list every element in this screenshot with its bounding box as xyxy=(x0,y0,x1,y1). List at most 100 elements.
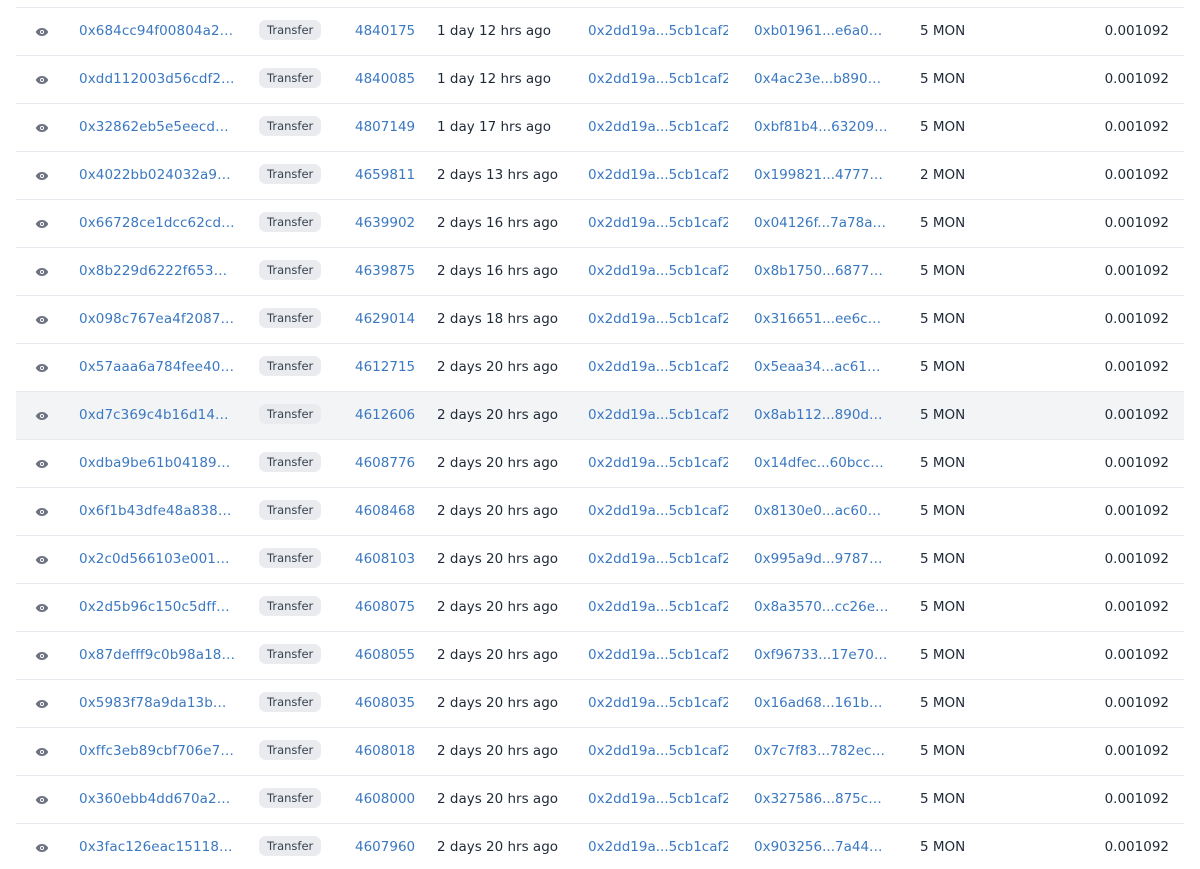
to-address-link[interactable]: 0xf96733...17e70481 xyxy=(754,632,889,679)
tx-hash-link[interactable]: 0x87defff9c0b98a1831... xyxy=(79,632,235,679)
block-link[interactable]: 4608000 xyxy=(355,776,425,823)
from-address-link[interactable]: 0x2dd19a...5cb1caf2 xyxy=(588,104,728,151)
method-badge: Transfer xyxy=(259,692,322,712)
block-link[interactable]: 4840175 xyxy=(355,8,425,55)
block-link[interactable]: 4807149 xyxy=(355,104,425,151)
to-address-link[interactable]: 0x8130e0...ac607e0a xyxy=(754,488,889,535)
block-link[interactable]: 4612715 xyxy=(355,344,425,391)
to-address-link[interactable]: 0x04126f...7a78a795 xyxy=(754,200,889,247)
tx-hash-link[interactable]: 0x6f1b43dfe48a83812... xyxy=(79,488,235,535)
block-link[interactable]: 4639902 xyxy=(355,200,425,247)
tx-hash-link[interactable]: 0xd7c369c4b16d142a... xyxy=(79,392,235,439)
from-address-link[interactable]: 0x2dd19a...5cb1caf2 xyxy=(588,152,728,199)
eye-icon[interactable] xyxy=(34,728,50,775)
tx-age: 2 days 16 hrs ago xyxy=(437,215,559,231)
eye-icon[interactable] xyxy=(34,248,50,295)
from-address-link[interactable]: 0x2dd19a...5cb1caf2 xyxy=(588,8,728,55)
block-link[interactable]: 4608035 xyxy=(355,680,425,727)
from-address-link[interactable]: 0x2dd19a...5cb1caf2 xyxy=(588,632,728,679)
block-link[interactable]: 4608018 xyxy=(355,728,425,775)
to-address-link[interactable]: 0x8b1750...68770fc5 xyxy=(754,248,889,295)
tx-value: 5 MON xyxy=(920,599,966,615)
tx-age: 2 days 16 hrs ago xyxy=(437,263,559,279)
from-address-link[interactable]: 0x2dd19a...5cb1caf2 xyxy=(588,776,728,823)
tx-value: 5 MON xyxy=(920,647,966,663)
eye-icon[interactable] xyxy=(34,296,50,343)
to-address-link[interactable]: 0x7c7f83...782ec530 xyxy=(754,728,889,775)
to-address-link[interactable]: 0x995a9d...9787bd1... xyxy=(754,536,889,583)
block-link[interactable]: 4608055 xyxy=(355,632,425,679)
tx-hash-link[interactable]: 0xdba9be61b04189ca... xyxy=(79,440,235,487)
block-link[interactable]: 4608776 xyxy=(355,440,425,487)
from-address-link[interactable]: 0x2dd19a...5cb1caf2 xyxy=(588,536,728,583)
tx-hash-link[interactable]: 0xffc3eb89cbf706e77... xyxy=(79,728,235,775)
to-address-link[interactable]: 0x4ac23e...b89033... xyxy=(754,56,889,103)
to-address-link[interactable]: 0x327586...875c1c3b xyxy=(754,776,889,823)
to-address-link[interactable]: 0x16ad68...161b6ea4 xyxy=(754,680,889,727)
to-address-link[interactable]: 0x199821...4777c65c xyxy=(754,152,889,199)
from-address-link[interactable]: 0x2dd19a...5cb1caf2 xyxy=(588,584,728,631)
to-address-link[interactable]: 0x903256...7a441983 xyxy=(754,824,889,869)
block-link[interactable]: 4840085 xyxy=(355,56,425,103)
from-address-link[interactable]: 0x2dd19a...5cb1caf2 xyxy=(588,392,728,439)
to-address-link[interactable]: 0xb01961...e6a08480 xyxy=(754,8,889,55)
eye-icon[interactable] xyxy=(34,440,50,487)
tx-hash-link[interactable]: 0x4022bb024032a99f... xyxy=(79,152,235,199)
tx-hash-link[interactable]: 0x098c767ea4f20876... xyxy=(79,296,235,343)
tx-hash-link[interactable]: 0x5983f78a9da13b916... xyxy=(79,680,235,727)
tx-hash-link[interactable]: 0xdd112003d56cdf2d9... xyxy=(79,56,235,103)
from-address-link[interactable]: 0x2dd19a...5cb1caf2 xyxy=(588,824,728,869)
tx-age: 2 days 20 hrs ago xyxy=(437,551,559,567)
to-address-link[interactable]: 0x5eaa34...ac61464... xyxy=(754,344,889,391)
eye-icon[interactable] xyxy=(34,344,50,391)
from-address-link[interactable]: 0x2dd19a...5cb1caf2 xyxy=(588,248,728,295)
eye-icon[interactable] xyxy=(34,584,50,631)
block-link[interactable]: 4612606 xyxy=(355,392,425,439)
table-row: 0x66728ce1dcc62cda... Transfer 4639902 2… xyxy=(16,200,1184,248)
to-address-link[interactable]: 0xbf81b4...632092ff xyxy=(754,104,889,151)
to-address-link[interactable]: 0x8ab112...890d4630 xyxy=(754,392,889,439)
eye-icon[interactable] xyxy=(34,536,50,583)
tx-hash-link[interactable]: 0x66728ce1dcc62cda... xyxy=(79,200,235,247)
block-link[interactable]: 4608468 xyxy=(355,488,425,535)
eye-icon[interactable] xyxy=(34,680,50,727)
eye-icon[interactable] xyxy=(34,824,50,869)
eye-icon[interactable] xyxy=(34,56,50,103)
eye-icon[interactable] xyxy=(34,104,50,151)
eye-icon[interactable] xyxy=(34,488,50,535)
tx-hash-link[interactable]: 0x32862eb5e5eecd03... xyxy=(79,104,235,151)
tx-hash-link[interactable]: 0x684cc94f00804a29... xyxy=(79,8,235,55)
eye-icon[interactable] xyxy=(34,392,50,439)
to-address-link[interactable]: 0x14dfec...60bcc641 xyxy=(754,440,889,487)
tx-hash-link[interactable]: 0x57aaa6a784fee408... xyxy=(79,344,235,391)
tx-hash-link[interactable]: 0x2d5b96c150c5dff9c... xyxy=(79,584,235,631)
to-address-link[interactable]: 0x316651...ee6c1a63 xyxy=(754,296,889,343)
tx-hash-link[interactable]: 0x2c0d566103e0016b... xyxy=(79,536,235,583)
from-address-link[interactable]: 0x2dd19a...5cb1caf2 xyxy=(588,680,728,727)
tx-hash-link[interactable]: 0x8b229d6222f65335... xyxy=(79,248,235,295)
from-address-link[interactable]: 0x2dd19a...5cb1caf2 xyxy=(588,56,728,103)
block-link[interactable]: 4607960 xyxy=(355,824,425,869)
eye-icon[interactable] xyxy=(34,8,50,55)
eye-icon[interactable] xyxy=(34,776,50,823)
to-address-link[interactable]: 0x8a3570...cc26e17c xyxy=(754,584,889,631)
tx-hash-link[interactable]: 0x360ebb4dd670a21c... xyxy=(79,776,235,823)
from-address-link[interactable]: 0x2dd19a...5cb1caf2 xyxy=(588,344,728,391)
block-link[interactable]: 4629014 xyxy=(355,296,425,343)
block-link[interactable]: 4659811 xyxy=(355,152,425,199)
tx-value: 5 MON xyxy=(920,695,966,711)
tx-age: 2 days 20 hrs ago xyxy=(437,791,559,807)
block-link[interactable]: 4608103 xyxy=(355,536,425,583)
eye-icon[interactable] xyxy=(34,152,50,199)
block-link[interactable]: 4639875 xyxy=(355,248,425,295)
from-address-link[interactable]: 0x2dd19a...5cb1caf2 xyxy=(588,440,728,487)
eye-icon[interactable] xyxy=(34,632,50,679)
tx-value: 5 MON xyxy=(920,311,966,327)
from-address-link[interactable]: 0x2dd19a...5cb1caf2 xyxy=(588,728,728,775)
tx-hash-link[interactable]: 0x3fac126eac15118ce6... xyxy=(79,824,235,869)
from-address-link[interactable]: 0x2dd19a...5cb1caf2 xyxy=(588,488,728,535)
from-address-link[interactable]: 0x2dd19a...5cb1caf2 xyxy=(588,200,728,247)
from-address-link[interactable]: 0x2dd19a...5cb1caf2 xyxy=(588,296,728,343)
eye-icon[interactable] xyxy=(34,200,50,247)
block-link[interactable]: 4608075 xyxy=(355,584,425,631)
